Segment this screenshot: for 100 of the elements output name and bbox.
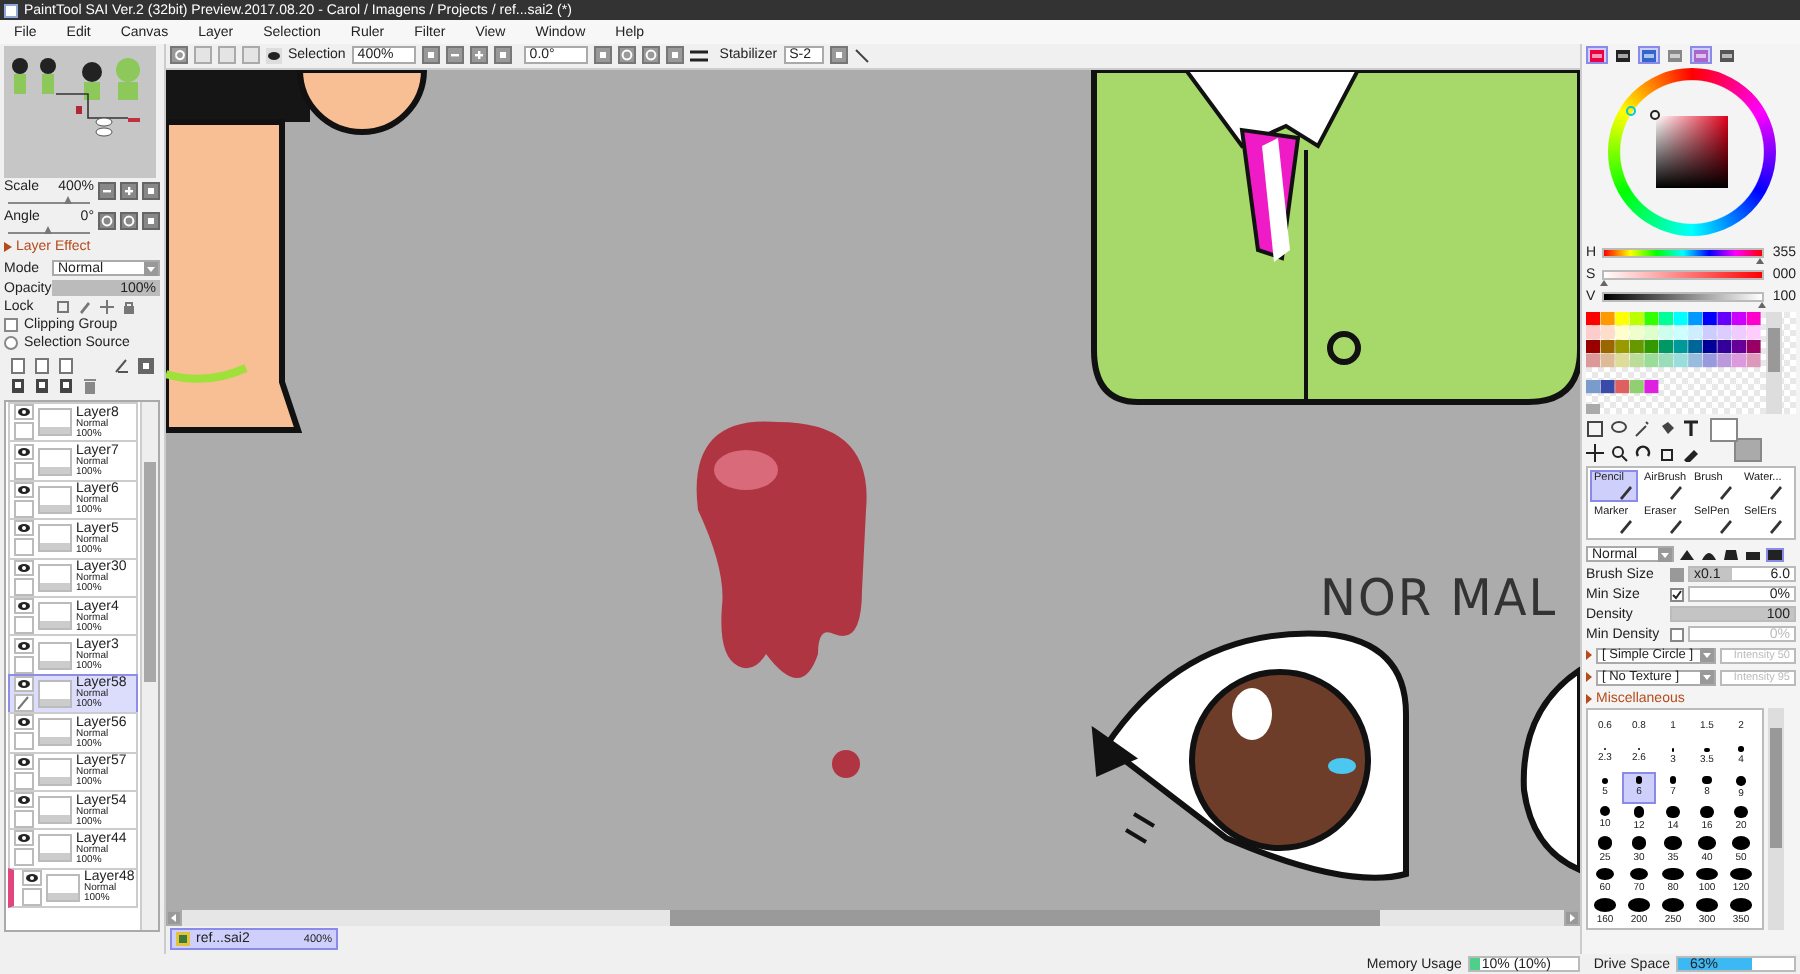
plus-icon bbox=[122, 184, 136, 198]
color-wheel-toggle[interactable] bbox=[1586, 46, 1608, 64]
brush-size-dot bbox=[1599, 806, 1611, 817]
zoom-out-button[interactable] bbox=[445, 46, 464, 65]
lasso-icon[interactable] bbox=[1610, 419, 1628, 437]
visibility-toggle[interactable] bbox=[14, 481, 34, 498]
copy-layer-icon[interactable] bbox=[58, 358, 74, 374]
multiplier-dropdown[interactable] bbox=[1670, 567, 1684, 581]
visibility-toggle[interactable] bbox=[14, 792, 34, 809]
color-marker bbox=[1649, 110, 1659, 120]
stabilizer-dropdown-button[interactable] bbox=[829, 46, 848, 65]
rotate-right-button[interactable] bbox=[641, 46, 660, 65]
visibility-toggle[interactable] bbox=[14, 830, 34, 847]
scrollbar-thumb[interactable] bbox=[670, 910, 1380, 927]
brush-size-dot bbox=[1698, 836, 1716, 849]
brush-size-dot bbox=[1702, 776, 1712, 785]
merge-layer-icon[interactable] bbox=[34, 378, 50, 394]
zoom-icon[interactable] bbox=[1610, 443, 1628, 461]
visibility-toggle[interactable] bbox=[14, 443, 34, 460]
pen-icon[interactable] bbox=[114, 358, 130, 374]
swatches-toggle[interactable] bbox=[1690, 46, 1712, 64]
rotate-icon[interactable] bbox=[1634, 443, 1652, 461]
clear-layer-icon[interactable] bbox=[58, 378, 74, 394]
foreground-color-swatch[interactable] bbox=[1710, 418, 1738, 442]
zoom-out-button[interactable] bbox=[98, 182, 116, 200]
checkbox[interactable] bbox=[4, 318, 18, 332]
scrollbar-thumb[interactable] bbox=[144, 462, 156, 682]
layer-status-box bbox=[14, 422, 34, 441]
visibility-toggle[interactable] bbox=[14, 520, 34, 537]
rotate-left-button[interactable] bbox=[617, 46, 636, 65]
zoom-in-button[interactable] bbox=[469, 46, 488, 65]
lock-pixels-icon[interactable] bbox=[56, 300, 70, 314]
move-icon[interactable] bbox=[1586, 443, 1604, 461]
apply-mask-icon[interactable] bbox=[10, 378, 26, 394]
brush-icon bbox=[1768, 484, 1784, 500]
visibility-toggle[interactable] bbox=[14, 637, 34, 654]
visibility-toggle[interactable] bbox=[14, 675, 34, 692]
saturation-value-square[interactable] bbox=[1655, 116, 1727, 188]
slider-thumb[interactable] bbox=[1599, 276, 1607, 286]
minus-icon bbox=[100, 184, 114, 198]
hue-marker bbox=[1625, 106, 1635, 116]
visibility-toggle[interactable] bbox=[14, 598, 34, 615]
reset-rotation-button[interactable] bbox=[665, 46, 684, 65]
layer-thumbnail bbox=[38, 641, 72, 670]
expand-arrow-icon bbox=[1586, 650, 1592, 660]
reset-zoom-button[interactable] bbox=[493, 46, 512, 65]
brush-tip-option[interactable] bbox=[1700, 547, 1718, 561]
scrollbar-thumb[interactable] bbox=[1770, 728, 1782, 848]
square-icon bbox=[144, 214, 158, 228]
color-mixer-toggle[interactable] bbox=[1664, 46, 1686, 64]
rgb-sliders-toggle[interactable] bbox=[1612, 46, 1634, 64]
magic-wand-icon[interactable] bbox=[1634, 419, 1652, 437]
file-icon bbox=[176, 932, 190, 947]
visibility-toggle[interactable] bbox=[14, 404, 34, 421]
brush-tip-option[interactable] bbox=[1744, 547, 1762, 561]
visibility-toggle[interactable] bbox=[22, 869, 42, 886]
new-layer-icon[interactable] bbox=[10, 358, 26, 374]
square-icon bbox=[831, 48, 846, 63]
lock-move-icon[interactable] bbox=[100, 300, 114, 314]
lock-paint-icon[interactable] bbox=[78, 300, 92, 314]
zoom-dropdown-button[interactable] bbox=[421, 46, 440, 65]
line-tool-icon[interactable] bbox=[853, 47, 870, 64]
reset-zoom-button[interactable] bbox=[142, 182, 160, 200]
reset-angle-button[interactable] bbox=[142, 212, 160, 230]
square-icon bbox=[667, 48, 682, 63]
dropdown-arrow-icon bbox=[1700, 670, 1714, 684]
brush-size-dot bbox=[1601, 777, 1609, 784]
brush-icon bbox=[1618, 484, 1634, 500]
rotation-dropdown-button[interactable] bbox=[593, 46, 612, 65]
rgb-sliders-icon bbox=[1616, 49, 1630, 61]
lock-icon[interactable] bbox=[122, 300, 136, 314]
selection-rectangle-icon[interactable] bbox=[1586, 419, 1604, 437]
checkbox[interactable] bbox=[1670, 587, 1684, 601]
new-folder-icon[interactable] bbox=[34, 358, 50, 374]
visibility-toggle[interactable] bbox=[14, 753, 34, 770]
brush-size-dot bbox=[1696, 898, 1718, 911]
visibility-toggle[interactable] bbox=[14, 714, 34, 731]
background-color-swatch[interactable] bbox=[1734, 438, 1762, 462]
zoom-in-button[interactable] bbox=[120, 182, 138, 200]
trash-icon[interactable] bbox=[82, 378, 98, 394]
visibility-toggle[interactable] bbox=[14, 559, 34, 576]
radio-button[interactable] bbox=[4, 336, 18, 350]
selection-visibility-icon[interactable] bbox=[266, 47, 282, 64]
brush-tip-option[interactable] bbox=[1722, 547, 1740, 561]
brush-size-dot bbox=[1666, 805, 1680, 818]
slider-thumb[interactable] bbox=[44, 222, 52, 234]
scrollbar-thumb[interactable] bbox=[1768, 328, 1780, 372]
brush-size-dot bbox=[1662, 898, 1684, 911]
brush-tip-option[interactable] bbox=[1678, 547, 1696, 561]
text-tool-icon[interactable] bbox=[1682, 419, 1700, 437]
brush-tip-option[interactable] bbox=[1766, 547, 1784, 561]
brush-size-dot bbox=[1734, 805, 1748, 818]
flip-icon[interactable] bbox=[689, 47, 708, 64]
rotate-left-button[interactable] bbox=[98, 212, 116, 230]
hsv-sliders-toggle[interactable] bbox=[1638, 46, 1660, 64]
slider-thumb[interactable] bbox=[1755, 254, 1764, 264]
brush-icon bbox=[1668, 484, 1684, 500]
scratchpad-toggle[interactable] bbox=[1716, 46, 1738, 64]
slider-thumb[interactable] bbox=[64, 192, 73, 204]
rotate-right-button[interactable] bbox=[120, 212, 138, 230]
